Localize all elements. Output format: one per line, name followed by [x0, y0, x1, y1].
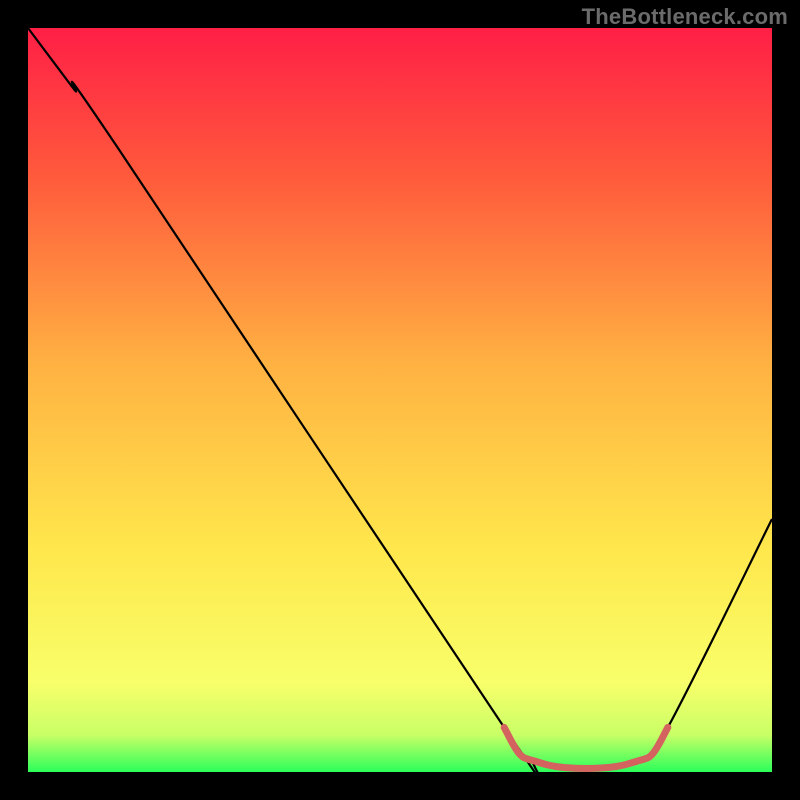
plot-background: [28, 28, 772, 772]
bottleneck-chart: [0, 0, 800, 800]
chart-container: TheBottleneck.com: [0, 0, 800, 800]
watermark-text: TheBottleneck.com: [582, 4, 788, 30]
